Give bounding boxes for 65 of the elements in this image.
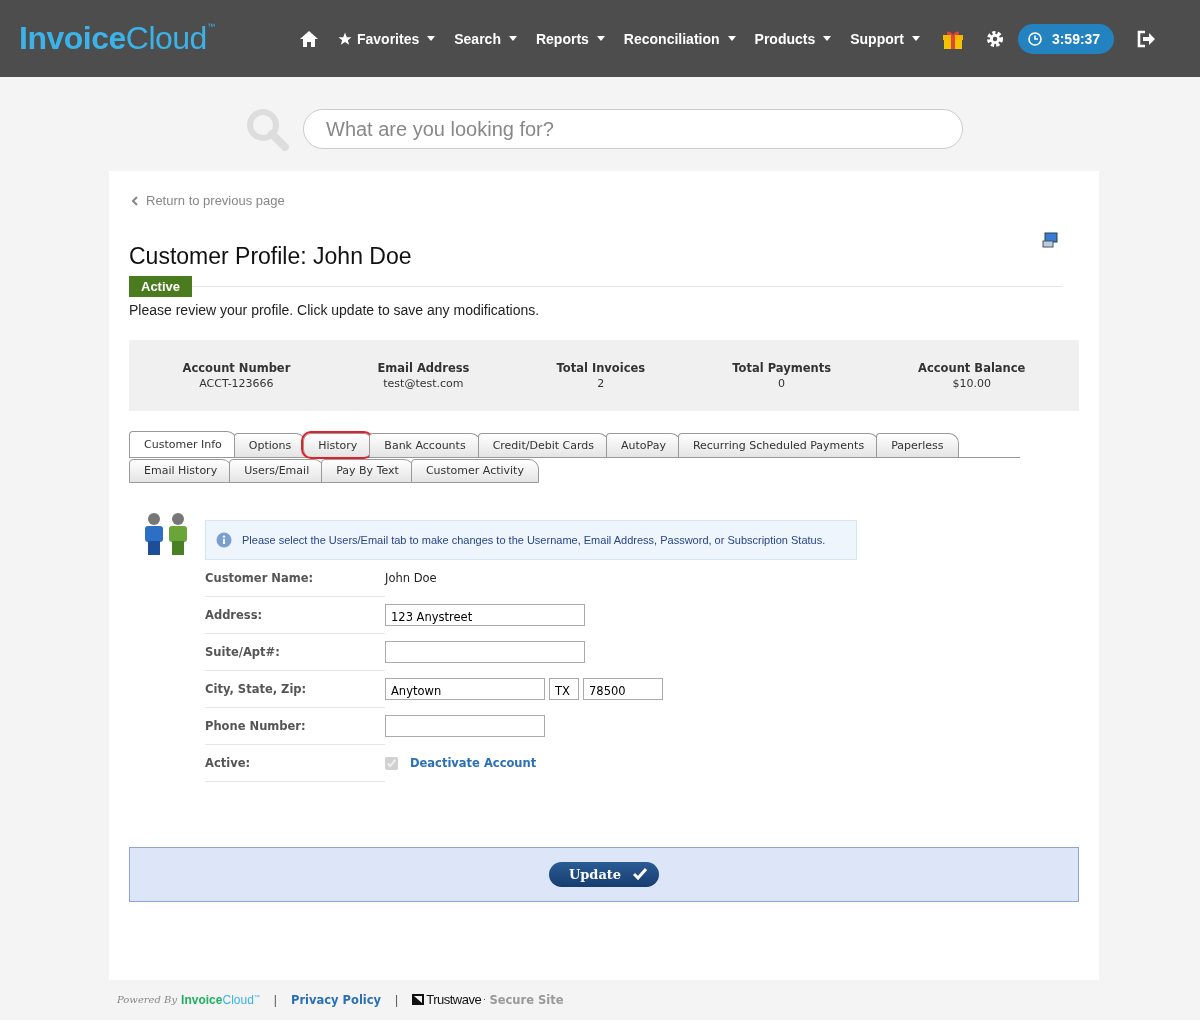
nav-menu[interactable]: Search [454, 30, 517, 47]
home-icon[interactable] [299, 29, 319, 48]
caret-icon [427, 36, 436, 41]
nav-menu[interactable]: Support [850, 30, 920, 47]
search-field[interactable]: What are you looking for? [303, 109, 963, 149]
info-icon [216, 531, 232, 548]
nav-menu[interactable]: Reports [535, 30, 605, 47]
trustwave-logo: Trustwave$^{·}$ [412, 992, 486, 1007]
session-timer-button[interactable]: 3:59:37 [1017, 23, 1115, 54]
summary-value: 2 [596, 376, 606, 390]
search-icon [245, 107, 289, 151]
intro-text: Please review your profile. Click update to save any modifications. [129, 301, 541, 318]
summary-label: Total Payments [732, 360, 831, 375]
nav-menu[interactable]: Reconciliation [623, 30, 736, 47]
status-badge: Active [129, 275, 193, 297]
tab[interactable]: Credit/Debit Cards [477, 432, 609, 457]
input-field[interactable]: 123 Anystreet [385, 604, 585, 626]
caret-icon [596, 36, 605, 41]
info-note: Please select the Users/Email tab to make changes to the Username, Email Address, Password, or Subscription Status. [205, 519, 857, 560]
nav-menu[interactable]: Favorites [338, 30, 436, 47]
caret-icon [911, 36, 920, 41]
summary-label: Total Invoices [556, 360, 646, 375]
secure-site-text: Secure Site [489, 992, 564, 1007]
input-field[interactable]: TX [549, 678, 579, 700]
summary-label: Email Address [377, 360, 470, 375]
summary-label: Account Balance [918, 360, 1026, 375]
field-label: Customer Name: [205, 559, 385, 597]
page-title: Customer Profile: John Doe [129, 242, 412, 270]
separator: | [395, 992, 399, 1007]
summary-value: test@test.com [382, 376, 465, 390]
tab[interactable]: Customer Info [129, 430, 237, 457]
field-value: John Doe [385, 571, 437, 585]
caret-icon [508, 36, 517, 41]
tab[interactable]: Customer Activity [410, 458, 539, 483]
tab[interactable]: Paperless [876, 432, 959, 457]
computer-icon[interactable] [1042, 231, 1059, 248]
input-field[interactable] [385, 641, 585, 663]
logout-icon[interactable] [1136, 29, 1157, 48]
settings-icon[interactable] [985, 29, 1004, 48]
chevron-left-icon [131, 195, 138, 206]
summary-value: 0 [777, 376, 787, 390]
summary-value: ACCT-123666 [198, 376, 275, 390]
update-button[interactable]: Update [548, 861, 660, 887]
input-field[interactable] [385, 715, 545, 737]
input-field[interactable]: 78500 [583, 678, 663, 700]
summary-label: Account Number [182, 360, 291, 375]
summary-value: $10.00 [951, 376, 992, 390]
back-link[interactable]: Return to previous page [131, 193, 285, 208]
tab[interactable]: Pay By Text [321, 458, 414, 483]
powered-by-text: Powered By [117, 994, 178, 1005]
separator: | [273, 992, 277, 1007]
logo[interactable]: InvoiceCloud$^{™}$ [19, 20, 269, 57]
tab[interactable]: AutoPay [605, 432, 681, 457]
tab[interactable]: Options [233, 432, 307, 457]
field-label: Active: [205, 744, 385, 782]
footer-logo: InvoiceCloud$^{™}$ [181, 992, 260, 1007]
caret-icon [727, 36, 736, 41]
nav-menu[interactable]: Products [754, 30, 832, 47]
tab[interactable]: Bank Accounts [369, 432, 481, 457]
caret-icon [823, 36, 832, 41]
input-field[interactable]: Anytown [385, 678, 545, 700]
trustwave-mark-icon [412, 994, 425, 1005]
privacy-policy-link[interactable]: Privacy Policy [290, 992, 382, 1007]
check-icon [633, 868, 648, 880]
clock-icon [1027, 31, 1042, 46]
